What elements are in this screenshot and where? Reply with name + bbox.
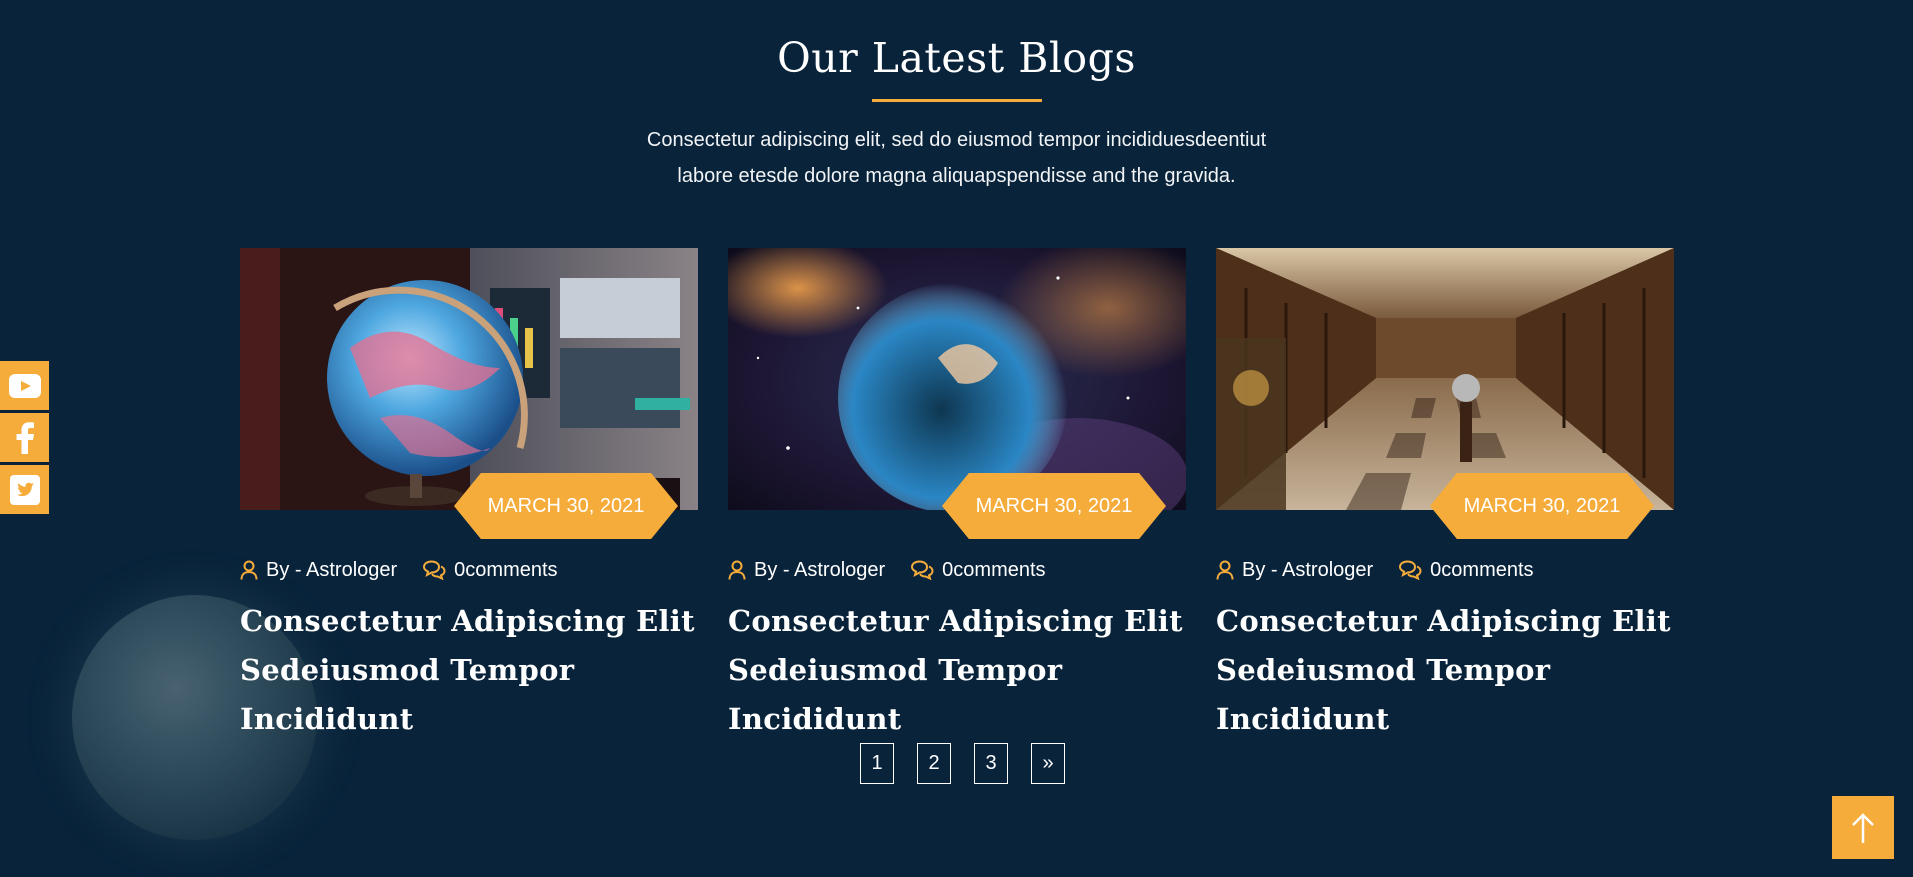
date-badge: MARCH 30, 2021: [1430, 473, 1654, 539]
section-description: Consectetur adipiscing elit, sed do eius…: [0, 122, 1913, 194]
date-badge: MARCH 30, 2021: [942, 473, 1166, 539]
page-2-button[interactable]: 2: [917, 743, 951, 784]
post-meta: By - Astrologer 0comments: [240, 557, 698, 583]
blog-card: MARCH 30, 2021 By - Astrologer 0comments…: [1216, 248, 1674, 744]
post-title-line: Consectetur Adipiscing Elit: [1216, 604, 1671, 638]
youtube-icon: [8, 373, 41, 398]
library-image: [1216, 248, 1674, 510]
post-title[interactable]: Consectetur Adipiscing Elit Sedeiusmod T…: [728, 597, 1186, 744]
social-sidebar: [0, 361, 49, 517]
user-icon: [1216, 560, 1234, 580]
arrow-up-icon: [1852, 812, 1874, 843]
nebula-image: [728, 248, 1186, 510]
facebook-link[interactable]: [0, 413, 49, 462]
blog-card: MARCH 30, 2021 By - Astrologer 0comments…: [240, 248, 698, 744]
next-page-button[interactable]: »: [1031, 743, 1065, 784]
post-title-line: Sedeiusmod Tempor Incididunt: [728, 653, 1063, 736]
post-title-line: Consectetur Adipiscing Elit: [240, 604, 695, 638]
twitter-link[interactable]: [0, 465, 49, 514]
title-underline: [871, 99, 1042, 102]
post-meta: By - Astrologer 0comments: [728, 557, 1186, 583]
description-line: Consectetur adipiscing elit, sed do eius…: [646, 129, 1267, 151]
author-name: By - Astrologer: [266, 558, 398, 581]
section-header: Our Latest Blogs Consectetur adipiscing …: [0, 30, 1913, 194]
globe-photo[interactable]: [240, 248, 698, 510]
blog-cards: MARCH 30, 2021 By - Astrologer 0comments…: [240, 248, 1674, 744]
library-photo[interactable]: [1216, 248, 1674, 510]
post-meta: By - Astrologer 0comments: [1216, 557, 1674, 583]
author-meta[interactable]: By - Astrologer: [1216, 559, 1373, 582]
post-title-line: Consectetur Adipiscing Elit: [728, 604, 1183, 638]
comments-meta[interactable]: 0comments: [422, 558, 558, 582]
author-meta[interactable]: By - Astrologer: [728, 559, 885, 582]
pagination: 1 2 3 »: [860, 743, 1065, 784]
author-name: By - Astrologer: [1242, 558, 1374, 581]
nebula-photo[interactable]: [728, 248, 1186, 510]
section-title: Our Latest Blogs: [777, 34, 1136, 82]
post-title-line: Sedeiusmod Tempor Incididunt: [240, 653, 575, 736]
facebook-icon: [16, 421, 34, 454]
author-name: By - Astrologer: [754, 558, 886, 581]
description-line: labore etesde dolore magna aliquapspendi…: [677, 165, 1236, 187]
page-1-button[interactable]: 1: [860, 743, 894, 784]
globe-image: [240, 248, 698, 510]
back-to-top-button[interactable]: [1832, 796, 1894, 859]
twitter-icon: [9, 474, 40, 505]
post-title[interactable]: Consectetur Adipiscing Elit Sedeiusmod T…: [1216, 597, 1674, 744]
comments-count: 0comments: [942, 558, 1046, 581]
blog-card: MARCH 30, 2021 By - Astrologer 0comments…: [728, 248, 1186, 744]
comments-icon: [423, 560, 446, 580]
comments-meta[interactable]: 0comments: [1398, 558, 1534, 582]
user-icon: [240, 560, 258, 580]
comments-meta[interactable]: 0comments: [910, 558, 1046, 582]
comments-count: 0comments: [1430, 558, 1534, 581]
comments-icon: [911, 560, 934, 580]
youtube-link[interactable]: [0, 361, 49, 410]
post-title[interactable]: Consectetur Adipiscing Elit Sedeiusmod T…: [240, 597, 698, 744]
date-badge: MARCH 30, 2021: [454, 473, 678, 539]
page-3-button[interactable]: 3: [974, 743, 1008, 784]
user-icon: [728, 560, 746, 580]
author-meta[interactable]: By - Astrologer: [240, 559, 397, 582]
comments-count: 0comments: [454, 558, 558, 581]
post-title-line: Sedeiusmod Tempor Incididunt: [1216, 653, 1551, 736]
comments-icon: [1399, 560, 1422, 580]
